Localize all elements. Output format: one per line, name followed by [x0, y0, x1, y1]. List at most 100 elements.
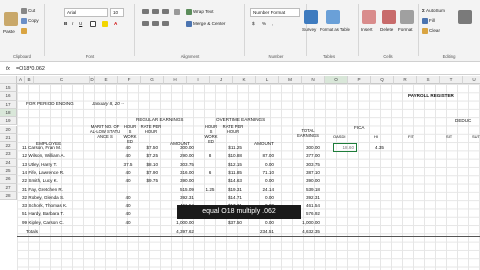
row-header-26[interactable]: 26 [0, 175, 17, 184]
delete-cells-icon[interactable] [382, 10, 396, 24]
cell-amount[interactable]: 390.00 [160, 177, 194, 185]
column-header-j[interactable]: J [210, 76, 233, 84]
cell-name[interactable]: 32 Robey, Glenda S. [22, 194, 88, 202]
font-color-button[interactable]: A [114, 21, 117, 26]
cell-name[interactable]: 31 Fay, Gretchen R. [22, 186, 88, 194]
cell-ot-hrs[interactable] [204, 177, 216, 185]
cell-ot-hrs[interactable] [204, 219, 216, 227]
cell-total[interactable]: 377.00 [290, 152, 320, 160]
underline-button[interactable]: U [79, 21, 82, 26]
cell-hi[interactable] [360, 194, 384, 202]
fill-button[interactable]: Fill [422, 18, 435, 24]
row-header-19[interactable]: 19 [0, 117, 17, 126]
cell-rate[interactable]: $7.90 [136, 169, 159, 177]
cell-hi[interactable] [360, 152, 384, 160]
cell-rate[interactable] [136, 186, 158, 194]
cell-oasdi[interactable] [330, 202, 354, 210]
align-bottom-icon[interactable] [162, 9, 170, 15]
bold-button[interactable]: B [64, 21, 67, 26]
cell-ot-amount[interactable]: 71.10 [244, 169, 275, 177]
insert-cells-icon[interactable] [362, 10, 376, 24]
autosum-button[interactable]: Σ AutoSum [422, 8, 445, 13]
column-header-g[interactable]: G [141, 76, 164, 84]
row-header-22[interactable]: 22 [0, 142, 17, 151]
row-header-15[interactable]: 15 [0, 84, 17, 93]
cell-hi[interactable] [360, 186, 384, 194]
cell-total[interactable]: 387.10 [290, 169, 320, 177]
cell-rate[interactable]: $8.10 [136, 161, 159, 169]
cell-name[interactable]: 11 Carson, Fran M. [22, 144, 88, 152]
column-header-m[interactable]: M [279, 76, 302, 84]
column-header-o[interactable]: O [325, 76, 348, 84]
column-header-e[interactable]: E [95, 76, 118, 84]
cell-hrs[interactable]: 40 [118, 169, 138, 177]
column-header-r[interactable]: R [394, 76, 417, 84]
cell-ot-amount[interactable] [244, 144, 274, 152]
currency-button[interactable]: $ [252, 21, 255, 26]
column-header-q[interactable]: Q [371, 76, 394, 84]
column-header-s[interactable]: S [417, 76, 440, 84]
align-top-icon[interactable] [142, 9, 150, 15]
cell-rate[interactable]: $9.75 [136, 177, 159, 185]
row-header-21[interactable]: 21 [0, 133, 17, 143]
insert-button[interactable]: Insert [361, 27, 373, 32]
cell-amount[interactable]: 316.00 [160, 169, 194, 177]
row-header-17[interactable]: 17 [0, 100, 17, 109]
cell-name[interactable]: 13 Utley, Harry T. [22, 161, 88, 169]
cell-hrs[interactable]: 40 [118, 152, 138, 160]
survey-icon[interactable] [304, 10, 318, 24]
column-header-p[interactable]: P [348, 76, 371, 84]
cell-total[interactable]: 390.00 [290, 177, 320, 185]
cell-ot-rate[interactable]: $12.15 [216, 161, 242, 169]
cell-rate[interactable]: $7.25 [136, 152, 159, 160]
cell-oasdi[interactable] [330, 152, 354, 160]
cell-ot-hrs[interactable]: 8 [204, 152, 216, 160]
cell-rate[interactable] [136, 210, 158, 218]
cell-hrs[interactable]: 40 [118, 219, 138, 227]
row-header-25[interactable]: 25 [0, 167, 17, 176]
cell-oasdi[interactable] [330, 210, 354, 218]
copy-button[interactable]: Copy [21, 18, 39, 24]
cell-ot-rate[interactable]: $19.31 [216, 186, 242, 194]
cell-ot-amount[interactable]: 0.00 [244, 161, 274, 169]
cell-hi[interactable]: 4.35 [360, 144, 384, 152]
cell-amount[interactable]: 290.00 [160, 152, 194, 160]
cell-ot-hrs[interactable]: 1.25 [204, 186, 216, 194]
cell-name[interactable]: 99 Kipley, Carson C. [22, 219, 88, 227]
row-header-20[interactable]: 20 [0, 125, 17, 134]
cell-ot-amount[interactable]: 24.14 [244, 186, 275, 194]
cell-ot-amount[interactable]: 0.00 [244, 219, 274, 227]
cell-total[interactable]: 300.00 [290, 144, 320, 152]
cell-total[interactable]: 1,000.00 [290, 219, 320, 227]
cell-ot-rate[interactable]: $14.63 [216, 177, 242, 185]
cell-oasdi[interactable] [330, 186, 354, 194]
survey-button[interactable]: Survey [302, 27, 316, 32]
row-header-16[interactable]: 16 [0, 92, 17, 101]
align-center-icon[interactable] [152, 21, 160, 27]
column-header-l[interactable]: L [256, 76, 279, 84]
row-header-18[interactable]: 18 [0, 108, 17, 118]
comma-button[interactable]: , [272, 21, 273, 26]
sort-filter-icon[interactable] [458, 10, 472, 24]
cell-hi[interactable] [360, 161, 384, 169]
cell-hrs[interactable]: 40 [118, 210, 138, 218]
format-as-table-button[interactable]: Format as Table [320, 27, 350, 32]
format-table-icon[interactable] [326, 10, 340, 24]
align-right-icon[interactable] [162, 21, 170, 27]
column-header-h[interactable]: H [164, 76, 187, 84]
column-header-f[interactable]: F [118, 76, 141, 84]
cell-hrs[interactable]: 37.5 [118, 161, 138, 169]
cut-button[interactable]: Cut [21, 8, 35, 14]
percent-button[interactable]: % [262, 21, 266, 26]
cell-ot-rate[interactable]: $11.85 [216, 169, 242, 177]
cell-hrs[interactable]: 40 [118, 177, 138, 185]
align-middle-icon[interactable] [152, 9, 160, 15]
column-header-a[interactable]: A [17, 76, 25, 84]
cell-oasdi[interactable] [330, 177, 354, 185]
format-painter-button[interactable] [21, 28, 28, 34]
row-header-24[interactable]: 24 [0, 158, 17, 167]
cell-total[interactable]: 539.18 [290, 186, 320, 194]
merge-center-button[interactable]: Merge & Center [186, 21, 225, 27]
cell-ot-rate[interactable]: $11.25 [216, 144, 242, 152]
cell-ot-rate[interactable]: $10.88 [216, 152, 242, 160]
